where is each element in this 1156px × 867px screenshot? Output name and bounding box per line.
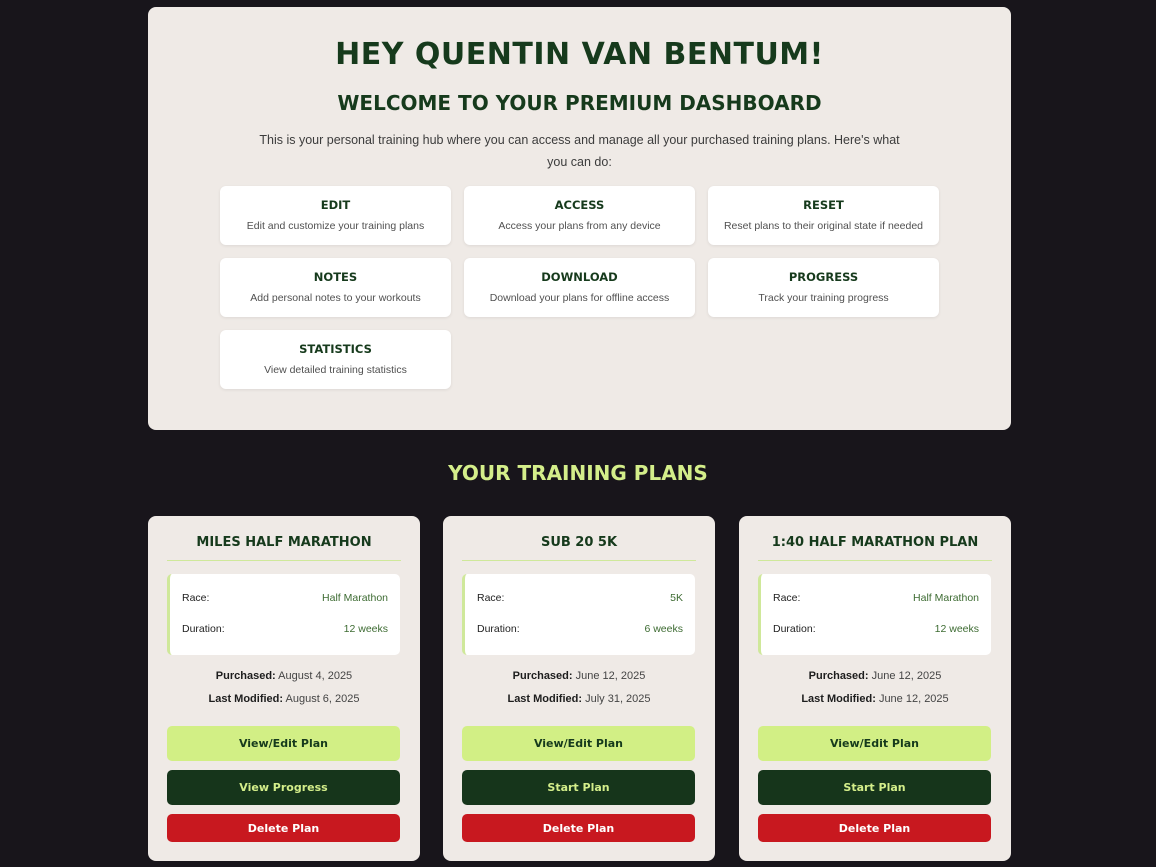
- last-modified-value: June 12, 2025: [878, 693, 949, 705]
- plan-card-miles-half-marathon: MILES HALF MARATHON Race: Half Marathon …: [148, 516, 420, 861]
- race-row: Race: Half Marathon: [182, 592, 388, 606]
- duration-row: Duration: 12 weeks: [182, 623, 388, 637]
- race-row: Race: Half Marathon: [773, 592, 979, 606]
- plan-card-1-40-half-marathon: 1:40 HALF MARATHON PLAN Race: Half Marat…: [739, 516, 1011, 861]
- last-modified-date: Last Modified: August 6, 2025: [148, 693, 420, 705]
- feature-title: PROGRESS: [788, 270, 859, 284]
- duration-row: Duration: 12 weeks: [773, 623, 979, 637]
- plan-title: SUB 20 5K: [462, 535, 696, 561]
- feature-card-progress: PROGRESS Track your training progress: [708, 258, 939, 317]
- race-label: Race:: [182, 592, 210, 604]
- feature-title: STATISTICS: [299, 342, 372, 356]
- feature-title: NOTES: [313, 270, 358, 284]
- plan-card-sub-20-5k: SUB 20 5K Race: 5K Duration: 6 weeks Pur…: [443, 516, 715, 861]
- plan-details-box: Race: 5K Duration: 6 weeks: [462, 574, 695, 655]
- dashboard-subtitle: WELCOME TO YOUR PREMIUM DASHBOARD: [337, 91, 822, 115]
- duration-label: Duration:: [773, 623, 816, 635]
- feature-description: Track your training progress: [758, 292, 889, 304]
- last-modified-label: Last Modified:: [208, 693, 284, 705]
- welcome-panel: HEY QUENTIN VAN BENTUM! WELCOME TO YOUR …: [148, 7, 1011, 430]
- feature-title: RESET: [803, 198, 844, 212]
- feature-card-notes: NOTES Add personal notes to your workout…: [220, 258, 451, 317]
- feature-card-reset: RESET Reset plans to their original stat…: [708, 186, 939, 245]
- view-progress-button[interactable]: View Progress: [167, 770, 400, 805]
- last-modified-value: July 31, 2025: [585, 693, 651, 705]
- duration-row: Duration: 6 weeks: [477, 623, 683, 637]
- feature-description: Reset plans to their original state if n…: [723, 220, 924, 232]
- duration-value: 12 weeks: [934, 623, 979, 635]
- purchased-value: August 4, 2025: [278, 670, 353, 682]
- purchased-value: June 12, 2025: [871, 670, 942, 682]
- feature-card-edit: EDIT Edit and customize your training pl…: [220, 186, 451, 245]
- start-plan-button[interactable]: Start Plan: [462, 770, 695, 805]
- view-edit-plan-button[interactable]: View/Edit Plan: [758, 726, 991, 761]
- feature-title: DOWNLOAD: [541, 270, 618, 284]
- feature-card-download: DOWNLOAD Download your plans for offline…: [464, 258, 695, 317]
- race-label: Race:: [773, 592, 801, 604]
- race-label: Race:: [477, 592, 505, 604]
- purchased-date: Purchased: August 4, 2025: [148, 670, 420, 682]
- duration-value: 12 weeks: [343, 623, 388, 635]
- feature-description: View detailed training statistics: [264, 364, 407, 376]
- feature-title: ACCESS: [554, 198, 605, 212]
- duration-label: Duration:: [477, 623, 520, 635]
- feature-description: Access your plans from any device: [498, 220, 661, 232]
- view-edit-plan-button[interactable]: View/Edit Plan: [462, 726, 695, 761]
- duration-label: Duration:: [182, 623, 225, 635]
- purchased-label: Purchased:: [808, 670, 869, 682]
- feature-title: EDIT: [320, 198, 351, 212]
- duration-value: 6 weeks: [644, 623, 683, 635]
- feature-description: Add personal notes to your workouts: [250, 292, 421, 304]
- feature-card-access: ACCESS Access your plans from any device: [464, 186, 695, 245]
- last-modified-label: Last Modified:: [801, 693, 876, 705]
- purchased-label: Purchased:: [215, 670, 276, 682]
- race-value: Half Marathon: [913, 592, 979, 604]
- plan-title: MILES HALF MARATHON: [167, 535, 401, 561]
- purchased-label: Purchased:: [512, 670, 573, 682]
- dashboard-description: This is your personal training hub where…: [259, 133, 900, 169]
- plan-details-box: Race: Half Marathon Duration: 12 weeks: [167, 574, 400, 655]
- plan-details-box: Race: Half Marathon Duration: 12 weeks: [758, 574, 991, 655]
- training-plans-heading: YOUR TRAINING PLANS: [448, 461, 708, 485]
- feature-card-statistics: STATISTICS View detailed training statis…: [220, 330, 451, 389]
- purchased-value: June 12, 2025: [575, 670, 646, 682]
- last-modified-label: Last Modified:: [507, 693, 583, 705]
- view-edit-plan-button[interactable]: View/Edit Plan: [167, 726, 400, 761]
- last-modified-value: August 6, 2025: [285, 693, 360, 705]
- feature-description: Download your plans for offline access: [489, 292, 670, 304]
- delete-plan-button[interactable]: Delete Plan: [758, 814, 991, 842]
- page-title: HEY QUENTIN VAN BENTUM!: [335, 37, 824, 72]
- feature-description: Edit and customize your training plans: [246, 220, 425, 232]
- start-plan-button[interactable]: Start Plan: [758, 770, 991, 805]
- last-modified-date: Last Modified: July 31, 2025: [443, 693, 715, 705]
- race-value: 5K: [670, 592, 683, 604]
- last-modified-date: Last Modified: June 12, 2025: [739, 693, 1011, 705]
- purchased-date: Purchased: June 12, 2025: [739, 670, 1011, 682]
- plan-title: 1:40 HALF MARATHON PLAN: [758, 535, 992, 561]
- delete-plan-button[interactable]: Delete Plan: [167, 814, 400, 842]
- purchased-date: Purchased: June 12, 2025: [443, 670, 715, 682]
- race-row: Race: 5K: [477, 592, 683, 606]
- delete-plan-button[interactable]: Delete Plan: [462, 814, 695, 842]
- race-value: Half Marathon: [322, 592, 388, 604]
